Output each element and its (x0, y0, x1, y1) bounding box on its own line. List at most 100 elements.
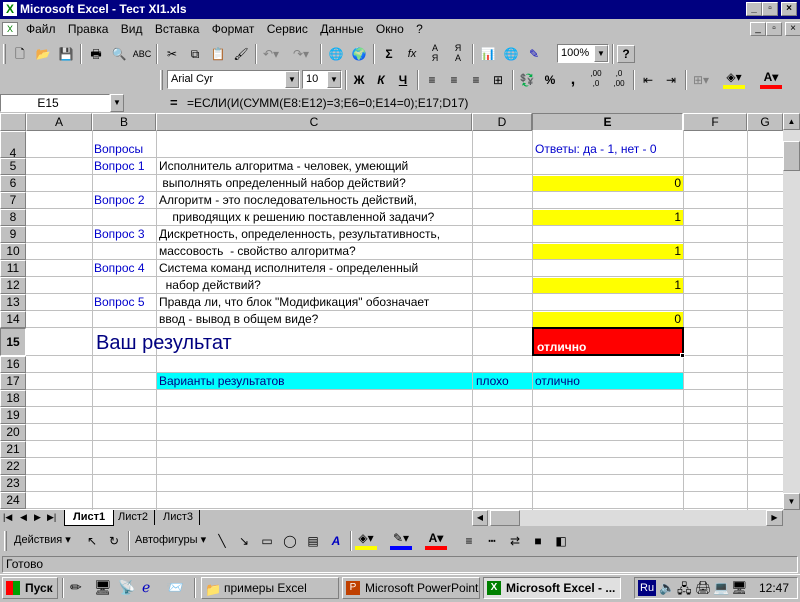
row-header[interactable]: 10 (0, 243, 26, 260)
preview-icon[interactable]: 🔍 (108, 43, 130, 65)
3d-icon[interactable]: ◧ (550, 530, 572, 552)
cell-b5[interactable]: Вопрос 1 (92, 158, 147, 174)
task-button-excel[interactable]: X Microsoft Excel - ... (483, 577, 621, 599)
draw-font-color-icon[interactable]: A▾ (425, 530, 447, 550)
menu-data[interactable]: Данные (320, 22, 363, 36)
cell-c14[interactable]: ввод - вывод в общем виде? (157, 311, 320, 327)
chevron-down-icon[interactable]: ▼ (327, 71, 341, 88)
row-header[interactable]: 14 (0, 311, 26, 328)
menu-window[interactable]: Окно (376, 22, 404, 36)
map-icon[interactable]: 🌐 (500, 43, 522, 65)
cell-c13[interactable]: Правда ли, что блок "Модификация" обозна… (157, 294, 431, 310)
quicklaunch-channels-icon[interactable]: 📡 (118, 579, 135, 596)
line-style-icon[interactable]: ≡ (458, 530, 480, 552)
cell-c12[interactable]: набор действий? (157, 277, 263, 293)
minimize-button[interactable]: _ (746, 2, 762, 16)
maximize-button[interactable]: ▫ (762, 2, 778, 16)
sort-asc-icon[interactable]: АЯ (424, 43, 446, 65)
draw-fill-color-icon[interactable]: ◈▾ (355, 530, 377, 550)
row-header[interactable]: 11 (0, 260, 26, 277)
doc-restore-button[interactable]: ▫ (766, 22, 782, 36)
cell-b4[interactable]: Вопросы (92, 141, 145, 157)
decrease-decimal-button[interactable]: ,0 ,00 (608, 69, 630, 91)
borders-icon[interactable]: ⊞▾ (690, 69, 712, 91)
row-header[interactable]: 16 (0, 356, 26, 373)
arrow-icon[interactable]: ↘ (233, 530, 255, 552)
autosum-icon[interactable]: Σ (378, 43, 400, 65)
actions-menu[interactable]: Действия ▾ (14, 533, 71, 546)
cell-c5[interactable]: Исполнитель алгоритма - человек, умеющий (157, 158, 410, 174)
hyperlink-icon[interactable]: 🌍 (348, 43, 370, 65)
decrease-indent-icon[interactable]: ⇤ (637, 69, 659, 91)
currency-icon[interactable]: 💱 (516, 69, 538, 91)
scroll-down-icon[interactable]: ▼ (783, 493, 800, 510)
cell-e6[interactable]: 0 (533, 175, 683, 191)
cell-b7[interactable]: Вопрос 2 (92, 192, 147, 208)
rectangle-icon[interactable]: ▭ (256, 530, 278, 552)
merge-center-icon[interactable]: ⊞ (487, 69, 509, 91)
font-select[interactable]: Arial Cyr ▼ (167, 70, 300, 89)
free-rotate-icon[interactable]: ↻ (103, 530, 125, 552)
wordart-icon[interactable]: A (325, 530, 347, 552)
row-header[interactable]: 18 (0, 390, 26, 407)
copy-icon[interactable]: ⧉ (184, 43, 206, 65)
chevron-down-icon[interactable]: ▼ (285, 71, 299, 88)
font-size-select[interactable]: 10 ▼ (302, 70, 342, 89)
row-header[interactable]: 19 (0, 407, 26, 424)
dash-style-icon[interactable]: ┅ (481, 530, 503, 552)
percent-button[interactable]: % (539, 69, 561, 91)
formula-equals[interactable]: = (170, 94, 178, 112)
row-header[interactable]: 22 (0, 458, 26, 475)
autoshapes-menu[interactable]: Автофигуры ▾ (135, 533, 206, 546)
task-button-powerpoint[interactable]: P Microsoft PowerPoint ... (342, 577, 480, 599)
scroll-thumb[interactable] (783, 141, 800, 171)
cell-e10[interactable]: 1 (533, 243, 683, 259)
zoom-select[interactable]: 100% ▼ (557, 44, 609, 63)
row-header[interactable]: 12 (0, 277, 26, 294)
oval-icon[interactable]: ◯ (279, 530, 301, 552)
cell-e14[interactable]: 0 (533, 311, 683, 327)
cell-b15[interactable]: Ваш результат (94, 332, 234, 354)
row-header[interactable]: 13 (0, 294, 26, 311)
format-painter-icon[interactable]: 🖌 (230, 43, 252, 65)
document-icon[interactable]: X (2, 22, 18, 36)
cell-e17[interactable]: отлично (533, 373, 582, 389)
line-color-icon[interactable]: ✎▾ (390, 530, 412, 550)
quicklaunch-desktop-icon[interactable]: 🖥 (94, 579, 112, 596)
hscroll-right-icon[interactable]: ▶ (766, 510, 783, 526)
font-color-icon[interactable]: A▾ (760, 69, 782, 89)
scroll-up-icon[interactable]: ▲ (783, 113, 800, 130)
align-right-icon[interactable]: ≡ (465, 69, 487, 91)
row-header[interactable]: 5 (0, 158, 26, 175)
row-header[interactable]: 8 (0, 209, 26, 226)
function-icon[interactable]: fx (401, 43, 423, 65)
cell-b13[interactable]: Вопрос 5 (92, 294, 147, 310)
cut-icon[interactable]: ✂ (161, 43, 183, 65)
select-objects-icon[interactable]: ↖ (81, 530, 103, 552)
sort-desc-icon[interactable]: ЯА (447, 43, 469, 65)
row-header[interactable]: 4 (0, 131, 26, 160)
task-button-examples[interactable]: 📁 примеры Excel (201, 577, 339, 599)
cell-c11[interactable]: Система команд исполнителя - определенны… (157, 260, 420, 276)
first-sheet-icon[interactable]: |◀ (3, 512, 12, 523)
row-header[interactable]: 24 (0, 492, 26, 509)
name-box[interactable]: E15 (0, 94, 110, 112)
print-icon[interactable]: 🖶 (85, 43, 107, 65)
volume-icon[interactable]: 🔈 (659, 580, 675, 596)
row-header[interactable]: 17 (0, 373, 26, 390)
menu-help[interactable]: ? (416, 22, 423, 36)
sheet-tab-3[interactable]: Лист3 (157, 510, 201, 525)
cell-d17[interactable]: плохо (474, 373, 511, 389)
row-header[interactable]: 20 (0, 424, 26, 441)
web-icon[interactable]: 🌐 (325, 43, 347, 65)
new-icon[interactable]: 🗋 (9, 43, 31, 65)
cell-e15[interactable]: отлично (535, 339, 588, 355)
vertical-scrollbar[interactable]: ▲ ▼ (783, 113, 800, 510)
align-center-icon[interactable]: ≡ (443, 69, 465, 91)
increase-decimal-button[interactable]: ,00 ,0 (585, 69, 607, 91)
tray-icon-2[interactable]: 🖨 (695, 580, 712, 596)
close-button[interactable]: × (781, 2, 797, 16)
row-header[interactable]: 15 (0, 328, 26, 356)
fill-color-icon[interactable]: ◈▾ (723, 69, 745, 89)
cell-e8[interactable]: 1 (533, 209, 683, 225)
